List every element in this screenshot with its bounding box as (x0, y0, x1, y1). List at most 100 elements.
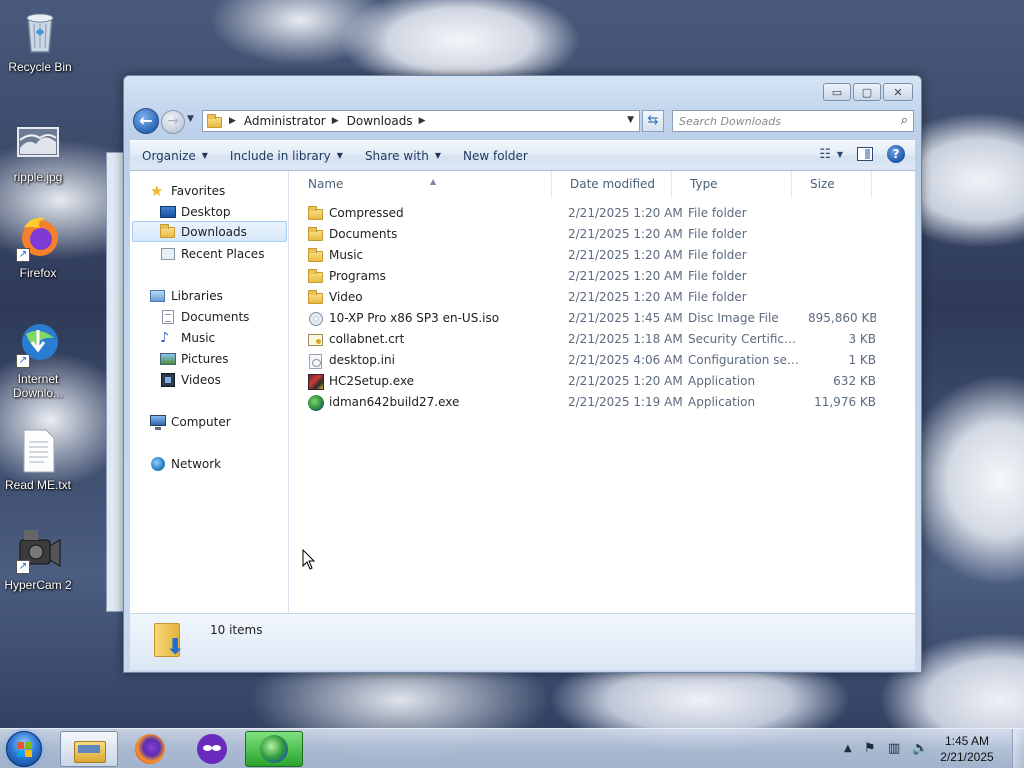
nav-item-desktop[interactable]: Desktop (160, 201, 231, 222)
close-button[interactable]: ✕ (883, 83, 913, 101)
folder-icon (308, 268, 324, 285)
refresh-button[interactable]: ⇆ (642, 110, 664, 132)
organize-button[interactable]: Organize ▼ (142, 149, 208, 163)
file-row[interactable]: HC2Setup.exe 2/21/2025 1:20 AM Applicati… (290, 371, 915, 392)
back-button[interactable]: ← (133, 108, 159, 134)
breadcrumb-separator-icon[interactable]: ▶ (229, 116, 236, 126)
file-name: HC2Setup.exe (329, 374, 415, 388)
include-in-library-button[interactable]: Include in library ▼ (230, 149, 343, 163)
file-type: File folder (688, 269, 747, 283)
show-desktop-button[interactable] (1012, 729, 1024, 768)
file-date: 2/21/2025 1:20 AM (568, 374, 683, 388)
recent-places-icon (160, 246, 176, 262)
desktop-icon-label: Firefox (19, 266, 57, 280)
taskbar-windows-explorer[interactable] (60, 731, 118, 767)
column-header-size[interactable]: Size (792, 171, 872, 198)
recent-pages-dropdown[interactable]: ▼ (187, 114, 194, 124)
internet-download-manager-icon: ↗ (14, 320, 62, 368)
share-with-button[interactable]: Share with ▼ (365, 149, 441, 163)
search-icon[interactable]: ⌕ (901, 113, 908, 128)
desktop-icon-firefox[interactable]: ↗ Firefox (0, 214, 76, 280)
documents-icon (160, 309, 176, 325)
column-label: Type (690, 177, 718, 191)
file-row[interactable]: Video 2/21/2025 1:20 AM File folder (290, 287, 915, 308)
address-bar[interactable]: ▶ Administrator ▶ Downloads ▶ ▼ (202, 110, 640, 132)
start-button[interactable] (6, 731, 42, 767)
file-row[interactable]: collabnet.crt 2/21/2025 1:18 AM Security… (290, 329, 915, 350)
file-row[interactable]: 10-XP Pro x86 SP3 en-US.iso 2/21/2025 1:… (290, 308, 915, 329)
column-header-date-modified[interactable]: Date modified (552, 171, 672, 198)
desktop-icon-read-me-txt[interactable]: Read ME.txt (0, 426, 76, 492)
nav-label: Videos (181, 372, 221, 387)
desktop-icon-hypercam[interactable]: ↗ HyperCam 2 (0, 526, 76, 592)
desktop-icon-ripple-jpg[interactable]: ripple.jpg (0, 118, 76, 184)
file-row[interactable]: Documents 2/21/2025 1:20 AM File folder (290, 224, 915, 245)
file-list: ▲ Name Date modified Type Size Compresse… (290, 171, 915, 613)
videos-icon (160, 372, 176, 388)
file-row[interactable]: Music 2/21/2025 1:20 AM File folder (290, 245, 915, 266)
desktop-icon-label: Recycle Bin (8, 60, 72, 74)
chevron-down-icon: ▼ (201, 151, 208, 160)
column-header-name[interactable]: ▲ Name (290, 171, 552, 198)
column-headers: ▲ Name Date modified Type Size (290, 171, 915, 198)
folder-icon (308, 289, 324, 306)
nav-label: Recent Places (181, 246, 265, 261)
taskbar-privacy-mask[interactable] (183, 731, 241, 767)
breadcrumb-downloads[interactable]: Downloads (347, 114, 413, 128)
desktop-icon-internet-download-manager[interactable]: ↗ Internet Downlo... (0, 320, 76, 400)
nav-item-favorites[interactable]: ★ Favorites (150, 180, 225, 201)
taskbar-internet-download-manager[interactable] (245, 731, 303, 767)
nav-item-pictures[interactable]: Pictures (160, 348, 229, 369)
clock-time: 1:45 AM (944, 734, 990, 748)
power-icon[interactable]: ▥ (888, 741, 900, 756)
clock[interactable]: 1:45 AM 2/21/2025 (932, 733, 1002, 765)
file-row[interactable]: Compressed 2/21/2025 1:20 AM File folder (290, 203, 915, 224)
breadcrumb-separator-icon[interactable]: ▶ (332, 116, 339, 126)
nav-item-libraries[interactable]: Libraries (150, 285, 223, 306)
show-hidden-icons-icon[interactable]: ▲ (844, 743, 852, 754)
nav-label: Documents (181, 309, 250, 324)
maximize-button[interactable]: ▢ (853, 83, 881, 101)
caption-buttons: ▭ ▢ ✕ (823, 83, 913, 101)
breadcrumb-administrator[interactable]: Administrator (244, 114, 326, 128)
explorer-window: ▭ ▢ ✕ ← → ▼ ▶ Administrator ▶ Downloads … (123, 75, 922, 673)
taskbar-firefox[interactable] (121, 731, 179, 767)
desktop-icon-label: Read ME.txt (4, 478, 72, 492)
search-input[interactable] (679, 112, 889, 130)
preview-pane-icon[interactable] (857, 147, 873, 161)
nav-item-videos[interactable]: Videos (160, 369, 221, 390)
file-row[interactable]: idman642build27.exe 2/21/2025 1:19 AM Ap… (290, 392, 915, 413)
folder-icon (308, 226, 324, 243)
breadcrumb-separator-icon[interactable]: ▶ (419, 116, 426, 126)
change-view-button[interactable]: ☷ ▼ (819, 147, 843, 162)
nav-item-network[interactable]: Network (150, 453, 221, 474)
close-icon: ✕ (893, 85, 903, 99)
new-folder-button[interactable]: New folder (463, 149, 528, 163)
nav-item-downloads[interactable]: Downloads (132, 221, 287, 242)
address-history-dropdown[interactable]: ▼ (627, 115, 634, 125)
nav-item-computer[interactable]: Computer (150, 411, 231, 432)
nav-item-recent-places[interactable]: Recent Places (160, 243, 264, 264)
file-size: 1 KB (848, 353, 876, 367)
column-label: Size (810, 177, 835, 191)
file-name: 10-XP Pro x86 SP3 en-US.iso (329, 311, 500, 325)
chevron-down-icon: ▼ (187, 114, 194, 124)
shortcut-arrow-icon: ↗ (16, 248, 30, 262)
desktop-icon-recycle-bin[interactable]: Recycle Bin (2, 8, 78, 74)
help-icon[interactable]: ? (887, 145, 905, 163)
nav-item-documents[interactable]: Documents (160, 306, 249, 327)
file-row[interactable]: Programs 2/21/2025 1:20 AM File folder (290, 266, 915, 287)
file-size (808, 224, 876, 245)
file-name: desktop.ini (329, 353, 395, 367)
column-header-type[interactable]: Type (672, 171, 792, 198)
nav-item-music[interactable]: ♪ Music (160, 327, 215, 348)
volume-muted-icon[interactable]: 🔈 (912, 741, 928, 756)
firefox-icon (135, 734, 165, 764)
minimize-button[interactable]: ▭ (823, 83, 851, 101)
forward-button[interactable]: → (161, 110, 185, 134)
file-type: Security Certificate (688, 332, 803, 346)
action-center-flag-icon[interactable]: ⚑ (864, 741, 876, 756)
desktop-icon (160, 204, 176, 220)
file-row[interactable]: desktop.ini 2/21/2025 4:06 AM Configurat… (290, 350, 915, 371)
include-in-library-label: Include in library (229, 148, 331, 163)
